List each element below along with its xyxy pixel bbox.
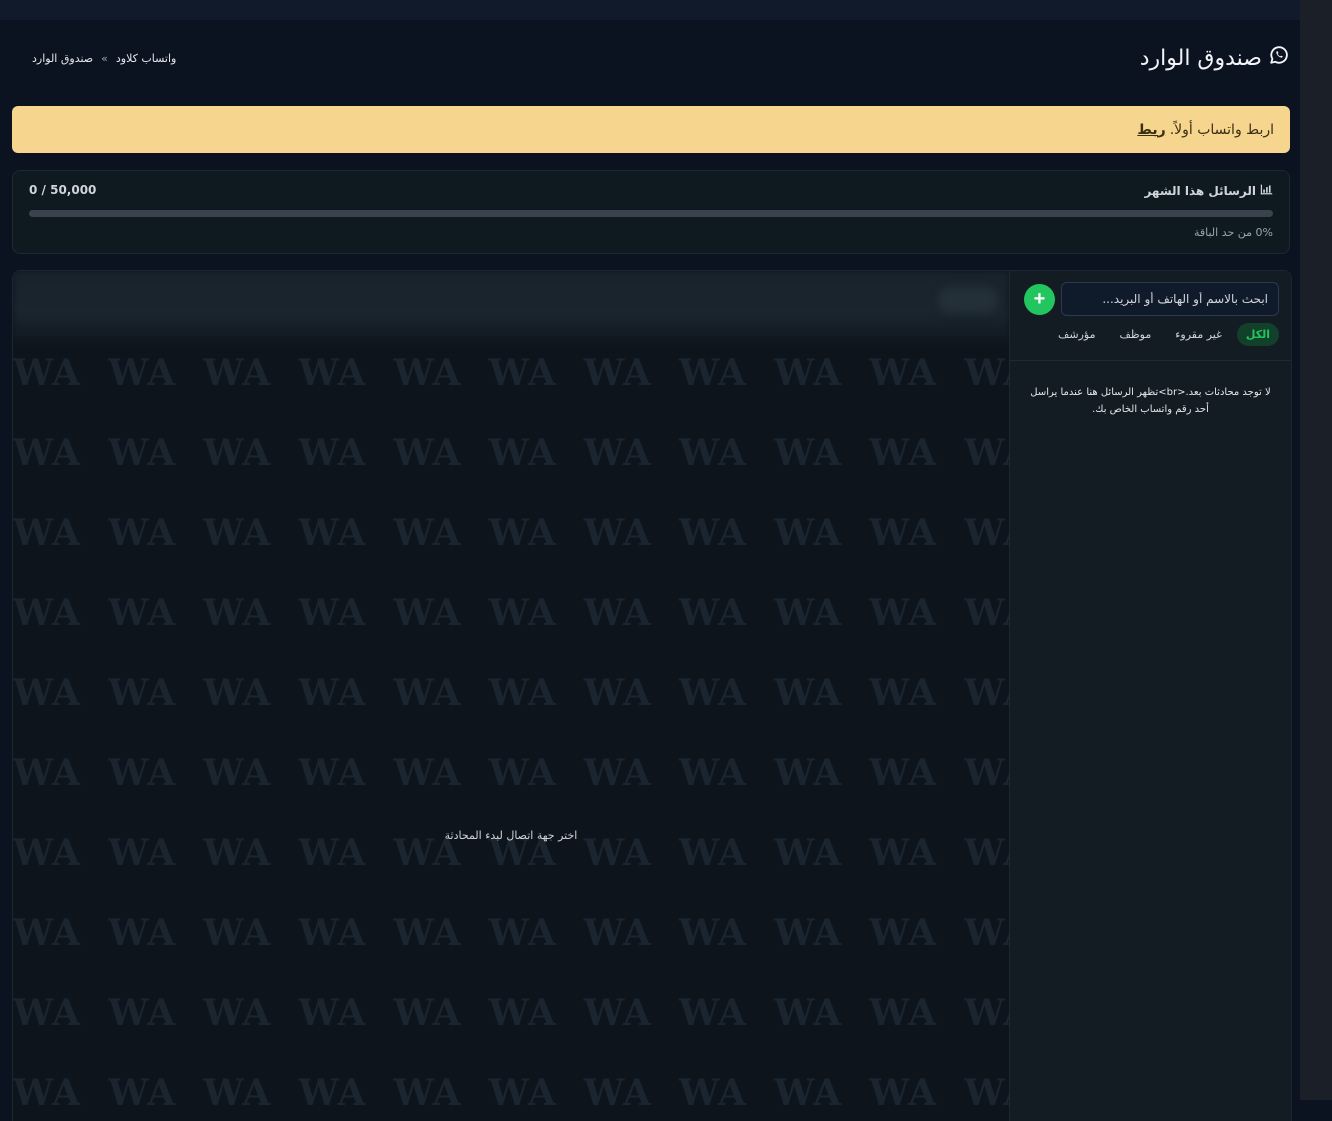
filter-tab-agent[interactable]: موظف xyxy=(1111,323,1161,346)
chat-background-pattern: WA WA WA WA WA WA WA WA WA WA WA WA WA W… xyxy=(13,352,1009,1114)
chat-empty-state: اختر جهة اتصال لبدء المحادثة xyxy=(444,829,578,842)
usage-card: الرسائل هذا الشهر 0 / 50,000 0% من حد ال… xyxy=(12,170,1290,254)
filter-tabs: الكل غير مقروء موظف مؤرشف xyxy=(1049,323,1279,346)
filter-tab-archived[interactable]: مؤرشف xyxy=(1049,323,1105,346)
chat-header-placeholder xyxy=(13,271,1009,349)
connect-link[interactable]: ربط xyxy=(1137,122,1165,138)
usage-note: 0% من حد الباقة xyxy=(1193,226,1273,239)
usage-progress-bar xyxy=(29,210,1273,217)
breadcrumb-item-whatsapp-cloud[interactable]: واتساب كلاود xyxy=(116,52,176,65)
breadcrumb-item-inbox: صندوق الوارد xyxy=(32,52,94,65)
bar-chart-icon xyxy=(1260,183,1273,199)
connect-alert: اربط واتساب أولاً. ربط xyxy=(12,106,1290,153)
alert-text: اربط واتساب أولاً. xyxy=(1169,121,1274,138)
scrollbar-track[interactable] xyxy=(1300,0,1332,1100)
conversation-sidebar: + الكل غير مقروء موظف مؤرشف لا توجد محاد… xyxy=(1009,271,1291,1121)
plus-icon: + xyxy=(1033,288,1046,310)
sidebar-divider xyxy=(1010,360,1291,361)
chat-container: WA WA WA WA WA WA WA WA WA WA WA WA WA W… xyxy=(12,270,1292,1121)
breadcrumb-separator: » xyxy=(101,52,108,65)
breadcrumb: واتساب كلاود » صندوق الوارد xyxy=(32,52,176,65)
usage-title: الرسائل هذا الشهر xyxy=(1144,183,1273,199)
page-header: صندوق الوارد واتساب كلاود » صندوق الوارد xyxy=(12,42,1290,82)
new-conversation-button[interactable]: + xyxy=(1024,284,1055,315)
page-title-text: صندوق الوارد xyxy=(1139,45,1262,71)
filter-tab-all[interactable]: الكل xyxy=(1236,323,1279,346)
usage-count: 0 / 50,000 xyxy=(29,183,97,197)
usage-title-text: الرسائل هذا الشهر xyxy=(1144,184,1256,198)
top-navbar xyxy=(0,0,1300,21)
chat-header-action-placeholder xyxy=(938,287,998,313)
conversation-list-empty-state: لا توجد محادثات بعد.<br>تظهر الرسائل هنا… xyxy=(1030,387,1271,415)
page-title: صندوق الوارد xyxy=(1140,44,1290,72)
whatsapp-icon xyxy=(1268,44,1290,72)
chat-panel: WA WA WA WA WA WA WA WA WA WA WA WA WA W… xyxy=(13,271,1009,1121)
search-input[interactable] xyxy=(1061,282,1279,316)
filter-tab-unread[interactable]: غير مقروء xyxy=(1166,323,1231,346)
page-content: صندوق الوارد واتساب كلاود » صندوق الوارد… xyxy=(0,20,1300,1121)
